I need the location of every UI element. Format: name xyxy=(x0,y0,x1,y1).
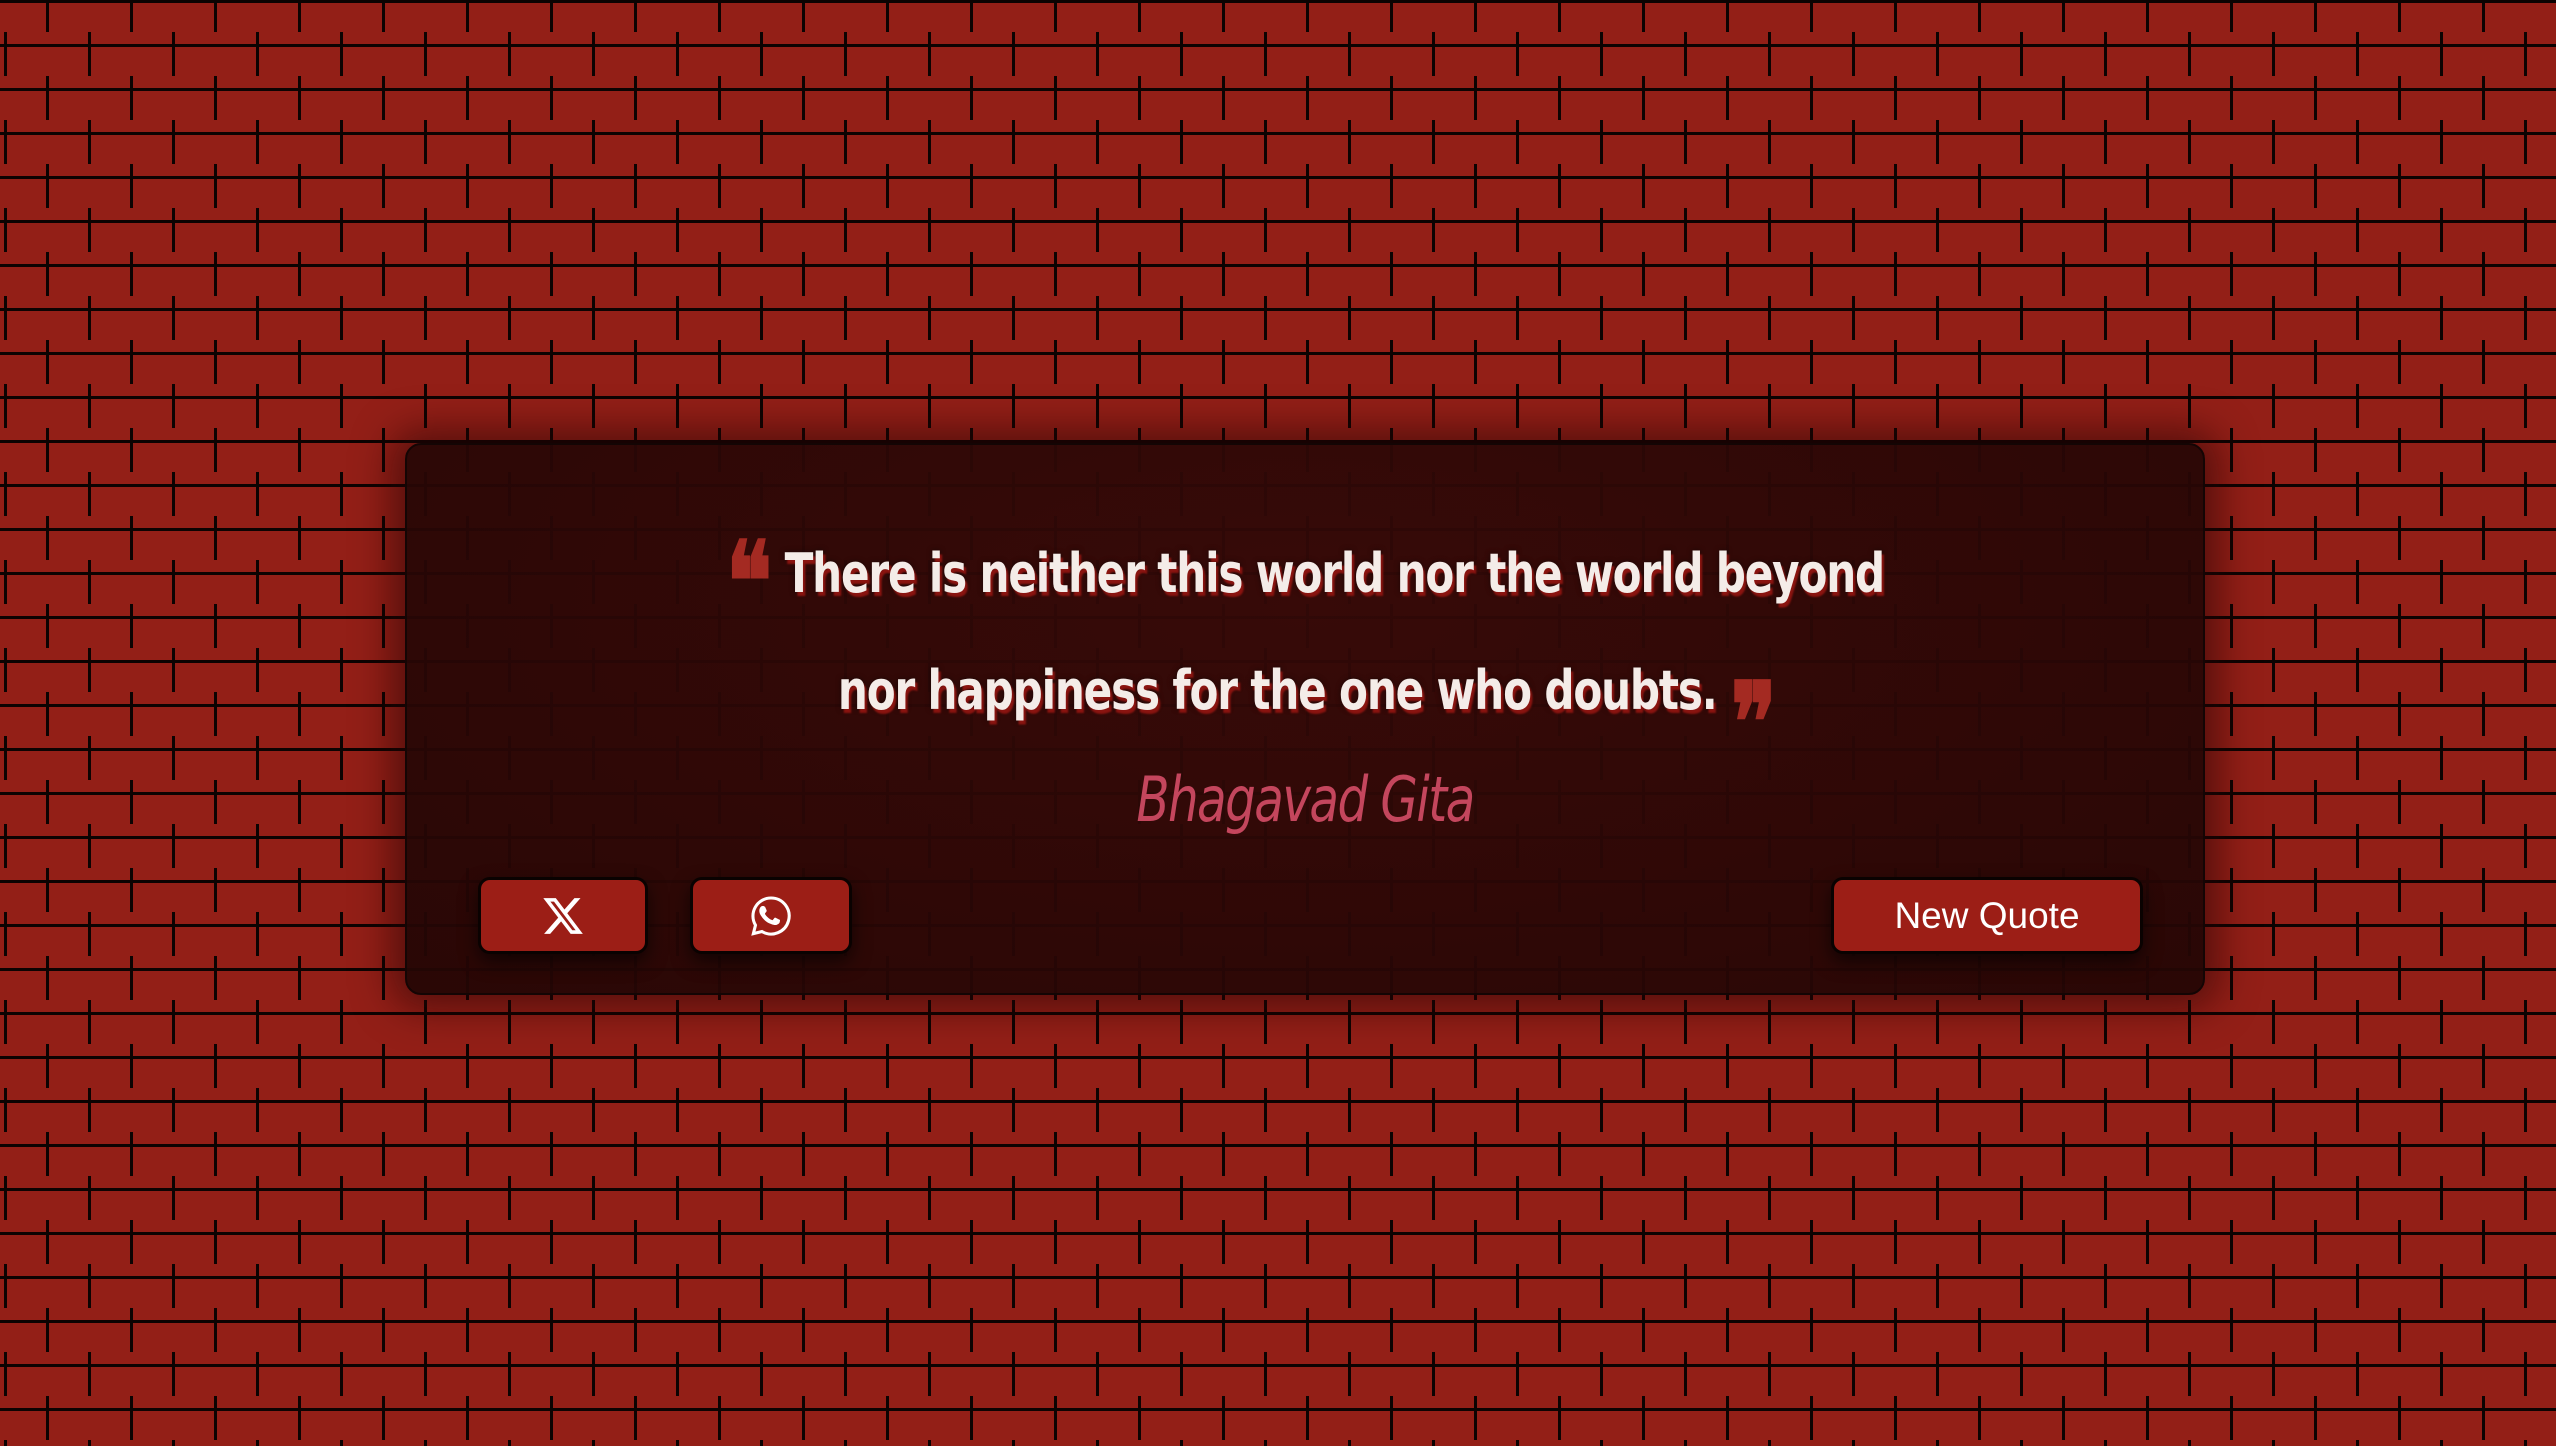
brick-row xyxy=(0,1352,2556,1396)
brick-row xyxy=(0,340,2556,384)
brick-row xyxy=(0,1132,2556,1176)
brick-row xyxy=(0,1264,2556,1308)
share-whatsapp-button[interactable] xyxy=(690,877,852,954)
brick-row xyxy=(0,164,2556,208)
brick-row xyxy=(0,120,2556,164)
brick-row xyxy=(0,208,2556,252)
share-x-button[interactable] xyxy=(478,877,648,954)
brick-row xyxy=(0,252,2556,296)
brick-row xyxy=(0,76,2556,120)
brick-row xyxy=(0,1220,2556,1264)
brick-row xyxy=(0,1308,2556,1352)
brick-row xyxy=(0,1440,2556,1446)
brick-row xyxy=(0,1044,2556,1088)
quote-card: ❝ There is neither this world nor the wor… xyxy=(405,443,2205,995)
brick-row xyxy=(0,1000,2556,1044)
x-logo-icon xyxy=(540,894,586,938)
whatsapp-icon xyxy=(748,893,794,939)
brick-row xyxy=(0,0,2556,32)
new-quote-button[interactable]: New Quote xyxy=(1831,877,2143,954)
open-quote-icon: ❝ xyxy=(725,517,772,646)
quote-body: There is neither this world nor the worl… xyxy=(784,542,1886,722)
brick-row xyxy=(0,1088,2556,1132)
quote-text: ❝ There is neither this world nor the wor… xyxy=(698,515,1912,778)
brick-row xyxy=(0,296,2556,340)
quote-author: Bhagavad Gita xyxy=(1136,763,1475,836)
brick-row xyxy=(0,1176,2556,1220)
brick-row xyxy=(0,384,2556,428)
brick-row xyxy=(0,1396,2556,1440)
brick-row xyxy=(0,32,2556,76)
